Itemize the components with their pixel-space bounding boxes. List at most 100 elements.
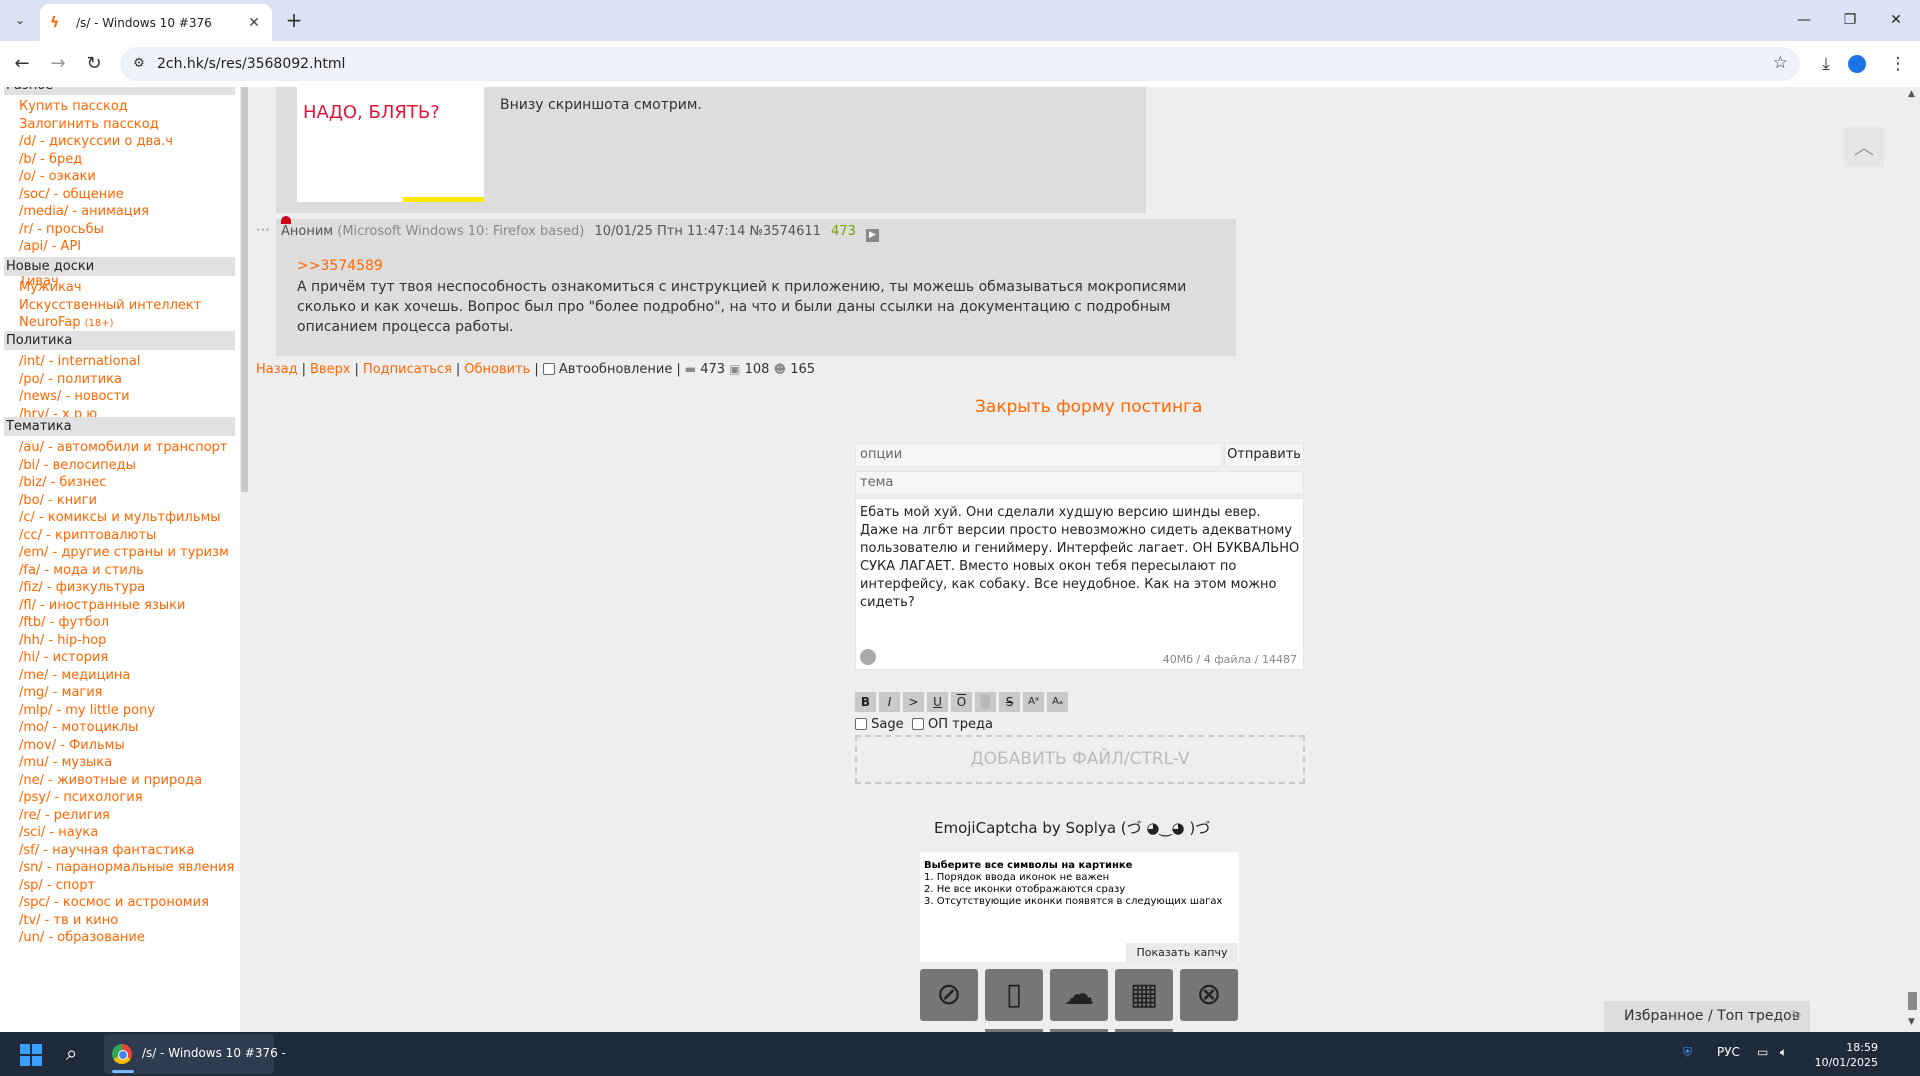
sidebar-board-link[interactable]: /r/ - просьбы xyxy=(19,221,104,238)
download-icon[interactable]: ⤓ xyxy=(1812,50,1840,78)
security-shield-icon[interactable]: ⛨ xyxy=(1683,1045,1692,1060)
captcha-grid-icon[interactable]: ▦ xyxy=(1115,969,1173,1021)
profile-avatar[interactable] xyxy=(1848,55,1866,73)
sidebar-board-link[interactable]: Мужикач xyxy=(19,279,82,296)
window-close-button[interactable]: ✕ xyxy=(1876,8,1916,32)
captcha-phone-icon[interactable]: ▯ xyxy=(985,969,1043,1021)
sidebar-board-link[interactable]: /o/ - оэкаки xyxy=(19,168,96,185)
sidebar-board-link[interactable]: /int/ - international xyxy=(19,353,140,370)
close-form-link[interactable]: Закрыть форму постинга xyxy=(975,397,1202,417)
new-tab-button[interactable]: + xyxy=(282,9,306,33)
sidebar-board-link[interactable]: /api/ - API xyxy=(19,238,81,255)
op-checkbox[interactable] xyxy=(911,718,924,730)
add-file-dropzone[interactable]: ДОБАВИТЬ ФАЙЛ/CTRL-V xyxy=(855,735,1305,784)
top-link[interactable]: Вверх xyxy=(310,362,351,377)
subscribe-link[interactable]: Подписаться xyxy=(363,362,452,377)
scroll-up-button[interactable]: ︿ xyxy=(1844,127,1884,167)
sidebar-board-link[interactable]: /fa/ - мода и стиль xyxy=(19,562,144,579)
sidebar-board-link[interactable]: /au/ - автомобили и транспорт xyxy=(19,439,228,456)
sidebar-board-link[interactable]: /tv/ - тв и кино xyxy=(19,912,118,929)
scroll-up-arrow-icon[interactable]: ▲ xyxy=(1908,89,1915,99)
sidebar-board-link[interactable]: /hi/ - история xyxy=(19,649,108,666)
sidebar-board-link[interactable]: /soc/ - общение xyxy=(19,186,124,203)
sidebar-board-link[interactable]: NeuroFap (18+) xyxy=(19,314,114,332)
captcha-no-fish-icon[interactable]: ⊗ xyxy=(1180,969,1238,1021)
url-text[interactable]: 2ch.hk/s/res/3568092.html xyxy=(157,56,345,72)
sidebar-board-link[interactable]: /sci/ - наука xyxy=(19,824,98,841)
reply-link[interactable]: >>3574589 xyxy=(297,258,383,274)
sidebar-board-link[interactable]: /un/ - образование xyxy=(19,929,145,946)
sidebar-board-link[interactable]: /fiz/ - физкультура xyxy=(19,579,145,596)
post-number[interactable]: №3574611 xyxy=(749,224,820,239)
captcha-cloud-icon[interactable]: ☁ xyxy=(1050,969,1108,1021)
scrollbar-thumb[interactable] xyxy=(1908,992,1917,1010)
sidebar-board-link[interactable]: /mu/ - музыка xyxy=(19,754,112,771)
sidebar-board-link[interactable]: /bo/ - книги xyxy=(19,492,97,509)
search-icon[interactable]: ⌕ xyxy=(66,1041,77,1065)
volume-icon[interactable]: 🔈︎ xyxy=(1780,1045,1787,1060)
sidebar-board-link[interactable]: /em/ - другие страны и туризм xyxy=(19,544,229,561)
sidebar-board-link[interactable]: /ne/ - животные и природа xyxy=(19,772,202,789)
sidebar-scrollbar[interactable] xyxy=(241,87,248,492)
browser-tab[interactable]: ϟ /s/ - Windows 10 #376 ✕ xyxy=(40,4,272,41)
sidebar-board-link[interactable]: /d/ - дискуссии о два.ч xyxy=(19,133,173,150)
sage-checkbox[interactable] xyxy=(855,718,867,730)
sidebar-board-link[interactable]: /ftb/ - футбол xyxy=(19,614,109,631)
emoji-icon[interactable] xyxy=(860,649,876,665)
show-captcha-button[interactable]: Показать капчу xyxy=(1126,943,1238,962)
forward-button[interactable]: → xyxy=(44,50,72,78)
sidebar-board-link[interactable]: Купить пасскод xyxy=(19,98,128,115)
reload-button[interactable]: ↻ xyxy=(80,50,108,78)
superscript-button[interactable]: Aᵃ xyxy=(1023,692,1044,712)
play-icon[interactable]: ▶ xyxy=(866,229,880,242)
autoupdate-checkbox[interactable] xyxy=(542,363,555,375)
sidebar-board-link[interactable]: /mo/ - мотоциклы xyxy=(19,719,138,736)
comment-text[interactable]: Ебать мой хуй. Они сделали худшую версию… xyxy=(860,504,1300,612)
sidebar-board-link[interactable]: /bi/ - велосипеды xyxy=(19,457,136,474)
overline-button[interactable]: O xyxy=(951,692,972,712)
start-icon[interactable] xyxy=(20,1044,42,1066)
options-input[interactable]: опции xyxy=(855,443,1223,467)
sidebar-board-link[interactable]: /fl/ - иностранные языки xyxy=(19,597,185,614)
page-scrollbar[interactable]: ▲ ▼ xyxy=(1905,87,1920,1032)
favorites-panel[interactable]: Избранное / Топ тредов ↻ xyxy=(1604,1001,1810,1032)
minimize-button[interactable]: — xyxy=(1784,8,1824,32)
sidebar-board-link[interactable]: /mg/ - магия xyxy=(19,684,103,701)
language-indicator[interactable]: РУС xyxy=(1717,1045,1740,1059)
sidebar-board-link[interactable]: /sp/ - спорт xyxy=(19,877,95,894)
sidebar-board-link[interactable]: /mov/ - Фильмы xyxy=(19,737,125,754)
site-info-icon[interactable]: ⚙ xyxy=(130,55,148,73)
sidebar-board-link[interactable]: /cc/ - криптовалюты xyxy=(19,527,156,544)
back-link[interactable]: Назад xyxy=(256,362,298,377)
taskbar-chrome-app[interactable]: /s/ - Windows 10 #376 - xyxy=(104,1034,286,1074)
scroll-down-arrow-icon[interactable]: ▼ xyxy=(1908,1017,1915,1027)
restore-button[interactable]: ❐ xyxy=(1830,8,1870,32)
sidebar-board-link[interactable]: /c/ - комиксы и мультфильмы xyxy=(19,509,221,526)
send-button[interactable]: Отправить xyxy=(1224,443,1304,467)
menu-icon[interactable]: ⋮ xyxy=(1884,50,1912,78)
post-image-thumbnail[interactable]: НАДО, БЛЯТЬ? xyxy=(297,87,484,202)
bookmark-star-icon[interactable]: ☆ xyxy=(1773,53,1788,73)
sidebar-board-link[interactable]: /po/ - политика xyxy=(19,371,122,388)
strike-button[interactable]: S xyxy=(999,692,1020,712)
tab-close-icon[interactable]: ✕ xyxy=(246,15,262,31)
underline-button[interactable]: U xyxy=(927,692,948,712)
sidebar-board-link[interactable]: Искусственный интеллект xyxy=(19,297,201,314)
back-button[interactable]: ← xyxy=(8,50,36,78)
quote-button[interactable]: > xyxy=(903,692,924,712)
subscript-button[interactable]: Aₐ xyxy=(1047,692,1068,712)
sidebar-board-link[interactable]: /hh/ - hip-hop xyxy=(19,632,106,649)
sidebar-board-link[interactable]: /biz/ - бизнес xyxy=(19,474,106,491)
sidebar-board-link[interactable]: /spc/ - космос и астрономия xyxy=(19,894,209,911)
captcha-no-pedestrian-icon[interactable]: ⊘ xyxy=(920,969,978,1021)
address-bar[interactable]: ⚙ 2ch.hk/s/res/3568092.html ☆ xyxy=(120,47,1800,81)
sidebar-board-link[interactable]: /me/ - медицина xyxy=(19,667,130,684)
italic-button[interactable]: I xyxy=(879,692,900,712)
sidebar-board-link[interactable]: Залогинить пасскод xyxy=(19,116,159,133)
sidebar-board-link[interactable]: /b/ - бред xyxy=(19,151,82,168)
network-icon[interactable]: ▭ xyxy=(1757,1045,1768,1059)
subject-input[interactable]: тема xyxy=(855,471,1304,495)
sidebar-board-link[interactable]: /sn/ - паранормальные явления xyxy=(19,859,234,876)
sidebar-board-link[interactable]: /sf/ - научная фантастика xyxy=(19,842,194,859)
clock[interactable]: 18:59 10/01/2025 xyxy=(1808,1040,1878,1070)
